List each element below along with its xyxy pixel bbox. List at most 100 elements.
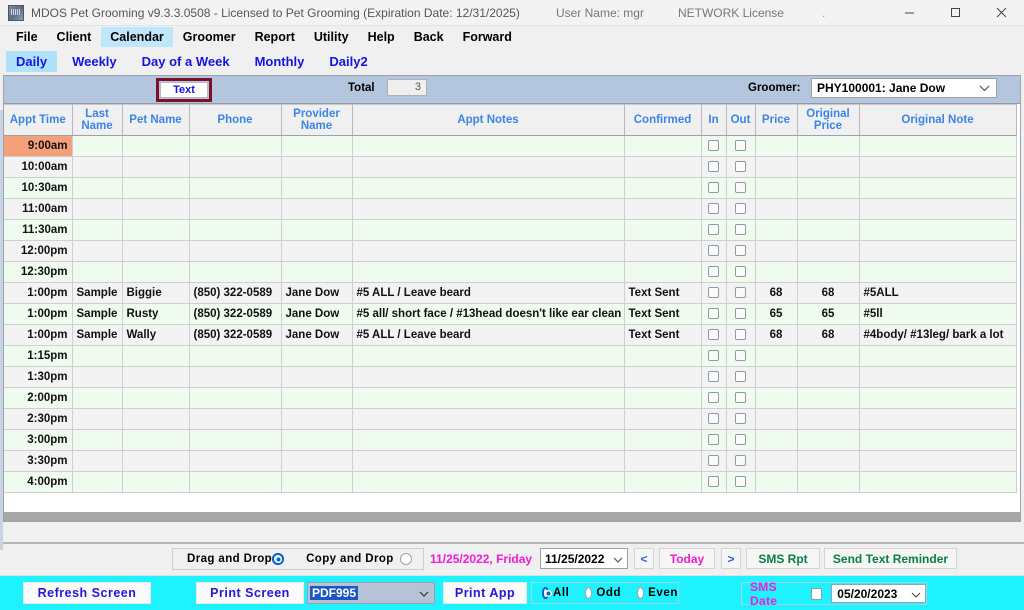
tab-daily[interactable]: Daily (6, 51, 57, 72)
cell-in-checkbox[interactable] (701, 325, 726, 346)
cell-appt-notes[interactable] (352, 451, 624, 472)
out-checkbox[interactable] (735, 203, 746, 214)
out-checkbox[interactable] (735, 413, 746, 424)
cell-original-note[interactable] (859, 430, 1016, 451)
in-checkbox[interactable] (708, 266, 719, 277)
menu-item-client[interactable]: Client (48, 27, 101, 47)
col-appt-notes[interactable]: Appt Notes (352, 105, 624, 136)
table-row[interactable]: 2:00pm (4, 388, 1016, 409)
menu-item-groomer[interactable]: Groomer (174, 27, 245, 47)
cell-out-checkbox[interactable] (726, 157, 755, 178)
cell-original-note[interactable] (859, 178, 1016, 199)
groomer-select[interactable]: PHY100001: Jane Dow (811, 78, 997, 98)
cell-price[interactable] (755, 472, 797, 493)
cell-out-checkbox[interactable] (726, 409, 755, 430)
cell-confirmed[interactable] (624, 430, 701, 451)
cell-last-name[interactable] (72, 409, 122, 430)
cell-pet-name[interactable] (122, 220, 189, 241)
cell-appt-time[interactable]: 12:30pm (4, 262, 72, 283)
cell-price[interactable] (755, 136, 797, 157)
cell-out-checkbox[interactable] (726, 367, 755, 388)
cell-appt-notes[interactable] (352, 346, 624, 367)
in-checkbox[interactable] (708, 329, 719, 340)
cell-appt-time[interactable]: 3:30pm (4, 451, 72, 472)
in-checkbox[interactable] (708, 392, 719, 403)
out-checkbox[interactable] (735, 476, 746, 487)
cell-price[interactable]: 68 (755, 283, 797, 304)
sms-date-picker[interactable]: 05/20/2023 (831, 584, 926, 603)
cell-original-note[interactable]: #5ll (859, 304, 1016, 325)
sms-date-checkbox[interactable] (811, 588, 822, 600)
table-row[interactable]: 12:00pm (4, 241, 1016, 262)
in-checkbox[interactable] (708, 413, 719, 424)
cell-price[interactable]: 68 (755, 325, 797, 346)
table-row[interactable]: 1:00pmSampleWally(850) 322-0589Jane Dow#… (4, 325, 1016, 346)
table-row[interactable]: 10:30am (4, 178, 1016, 199)
cell-confirmed[interactable] (624, 472, 701, 493)
table-row[interactable]: 2:30pm (4, 409, 1016, 430)
table-row[interactable]: 3:00pm (4, 430, 1016, 451)
cell-original-note[interactable] (859, 451, 1016, 472)
cell-out-checkbox[interactable] (726, 346, 755, 367)
left-scroll-sliver[interactable] (0, 110, 3, 550)
table-row[interactable]: 12:30pm (4, 262, 1016, 283)
cell-price[interactable] (755, 367, 797, 388)
cell-appt-time[interactable]: 1:00pm (4, 304, 72, 325)
cell-pet-name[interactable]: Wally (122, 325, 189, 346)
cell-in-checkbox[interactable] (701, 262, 726, 283)
cell-pet-name[interactable] (122, 157, 189, 178)
cell-last-name[interactable] (72, 178, 122, 199)
cell-price[interactable]: 65 (755, 304, 797, 325)
in-checkbox[interactable] (708, 203, 719, 214)
cell-provider-name[interactable] (281, 178, 352, 199)
cell-out-checkbox[interactable] (726, 388, 755, 409)
cell-appt-time[interactable]: 1:30pm (4, 367, 72, 388)
cell-out-checkbox[interactable] (726, 220, 755, 241)
cell-last-name[interactable] (72, 388, 122, 409)
cell-pet-name[interactable] (122, 409, 189, 430)
cell-out-checkbox[interactable] (726, 304, 755, 325)
cell-in-checkbox[interactable] (701, 241, 726, 262)
cell-in-checkbox[interactable] (701, 157, 726, 178)
menu-item-file[interactable]: File (7, 27, 47, 47)
col-price[interactable]: Price (755, 105, 797, 136)
cell-original-price[interactable] (797, 472, 859, 493)
cell-appt-time[interactable]: 10:30am (4, 178, 72, 199)
cell-phone[interactable] (189, 241, 281, 262)
cell-out-checkbox[interactable] (726, 283, 755, 304)
in-checkbox[interactable] (708, 287, 719, 298)
in-checkbox[interactable] (708, 308, 719, 319)
cell-pet-name[interactable]: Biggie (122, 283, 189, 304)
cell-provider-name[interactable] (281, 388, 352, 409)
in-checkbox[interactable] (708, 350, 719, 361)
cell-price[interactable] (755, 241, 797, 262)
in-checkbox[interactable] (708, 245, 719, 256)
cell-original-price[interactable] (797, 241, 859, 262)
cell-pet-name[interactable] (122, 430, 189, 451)
printer-select[interactable]: PDF995 (307, 582, 435, 604)
cell-original-price[interactable] (797, 199, 859, 220)
out-checkbox[interactable] (735, 371, 746, 382)
cell-appt-time[interactable]: 10:00am (4, 157, 72, 178)
cell-appt-time[interactable]: 1:00pm (4, 283, 72, 304)
copy-and-drop-radio[interactable] (400, 553, 412, 565)
tab-daily2[interactable]: Daily2 (319, 51, 377, 72)
out-checkbox[interactable] (735, 266, 746, 277)
cell-original-price[interactable] (797, 220, 859, 241)
odd-radio[interactable] (585, 587, 592, 599)
cell-last-name[interactable]: Sample (72, 325, 122, 346)
cell-phone[interactable] (189, 220, 281, 241)
out-checkbox[interactable] (735, 350, 746, 361)
out-checkbox[interactable] (735, 140, 746, 151)
cell-confirmed[interactable] (624, 199, 701, 220)
cell-original-price[interactable]: 68 (797, 325, 859, 346)
cell-appt-notes[interactable] (352, 178, 624, 199)
cell-last-name[interactable] (72, 136, 122, 157)
cell-provider-name[interactable]: Jane Dow (281, 325, 352, 346)
refresh-screen-button[interactable]: Refresh Screen (23, 582, 151, 604)
cell-confirmed[interactable] (624, 178, 701, 199)
in-checkbox[interactable] (708, 371, 719, 382)
cell-phone[interactable] (189, 409, 281, 430)
cell-pet-name[interactable] (122, 136, 189, 157)
cell-appt-time[interactable]: 9:00am (4, 136, 72, 157)
